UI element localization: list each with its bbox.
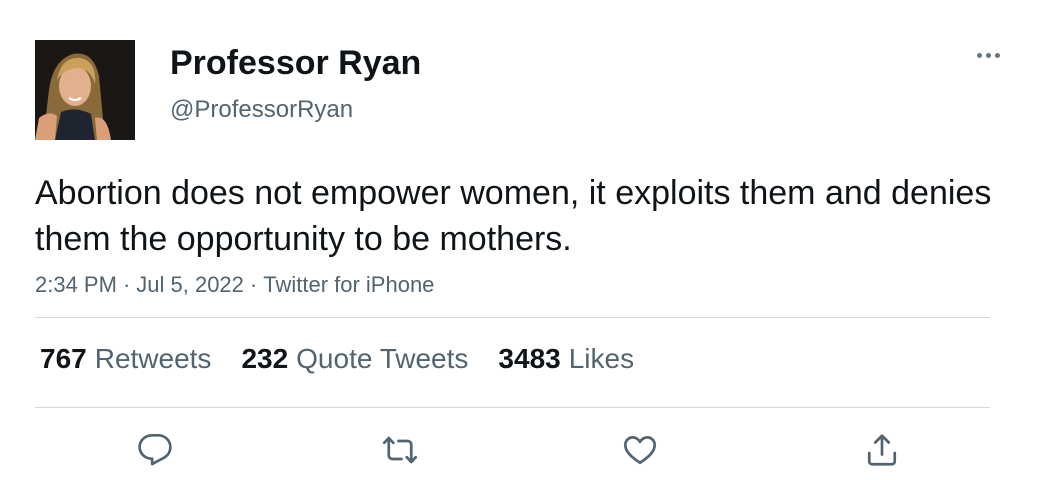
tweet-stats: 767 Retweets 232 Quote Tweets 3483 Likes bbox=[40, 340, 634, 378]
tweet-text: Abortion does not empower women, it expl… bbox=[35, 174, 992, 258]
likes-label: Likes bbox=[568, 343, 635, 374]
tweet-date[interactable]: Jul 5, 2022 bbox=[136, 272, 244, 297]
tweet-source[interactable]: Twitter for iPhone bbox=[263, 272, 434, 297]
retweets-count: 767 bbox=[40, 343, 87, 374]
author-handle[interactable]: @ProfessorRyan bbox=[170, 94, 353, 126]
retweet-icon bbox=[382, 436, 418, 464]
meta-separator: · bbox=[249, 272, 258, 297]
more-options-icon[interactable] bbox=[968, 40, 1008, 70]
likes-stat[interactable]: 3483 Likes bbox=[498, 340, 634, 378]
meta-separator: · bbox=[122, 272, 131, 297]
reply-button[interactable] bbox=[135, 430, 175, 470]
dot bbox=[994, 52, 1000, 58]
avatar[interactable] bbox=[35, 40, 135, 140]
tweet-card: Professor Ryan @ProfessorRyan Abortion d… bbox=[0, 0, 1050, 480]
share-button[interactable] bbox=[862, 430, 902, 470]
divider bbox=[35, 407, 990, 408]
quote-tweets-stat[interactable]: 232 Quote Tweets bbox=[241, 340, 468, 378]
tweet-time[interactable]: 2:34 PM bbox=[35, 272, 117, 297]
retweets-stat[interactable]: 767 Retweets bbox=[40, 340, 211, 378]
quote-tweets-label: Quote Tweets bbox=[296, 343, 469, 374]
divider bbox=[35, 317, 990, 318]
dot bbox=[985, 52, 991, 58]
retweet-button[interactable] bbox=[380, 430, 420, 470]
avatar-photo-icon bbox=[35, 40, 135, 140]
author-name[interactable]: Professor Ryan bbox=[170, 42, 421, 84]
like-icon bbox=[623, 436, 657, 465]
quote-tweets-count: 232 bbox=[241, 343, 289, 374]
retweets-label: Retweets bbox=[94, 343, 212, 374]
tweet-meta: 2:34 PM · Jul 5, 2022 · Twitter for iPhone bbox=[35, 269, 434, 301]
share-icon bbox=[867, 434, 897, 466]
reply-icon bbox=[138, 433, 172, 466]
likes-count: 3483 bbox=[498, 343, 561, 374]
like-button[interactable] bbox=[620, 430, 660, 470]
dot bbox=[976, 52, 982, 58]
